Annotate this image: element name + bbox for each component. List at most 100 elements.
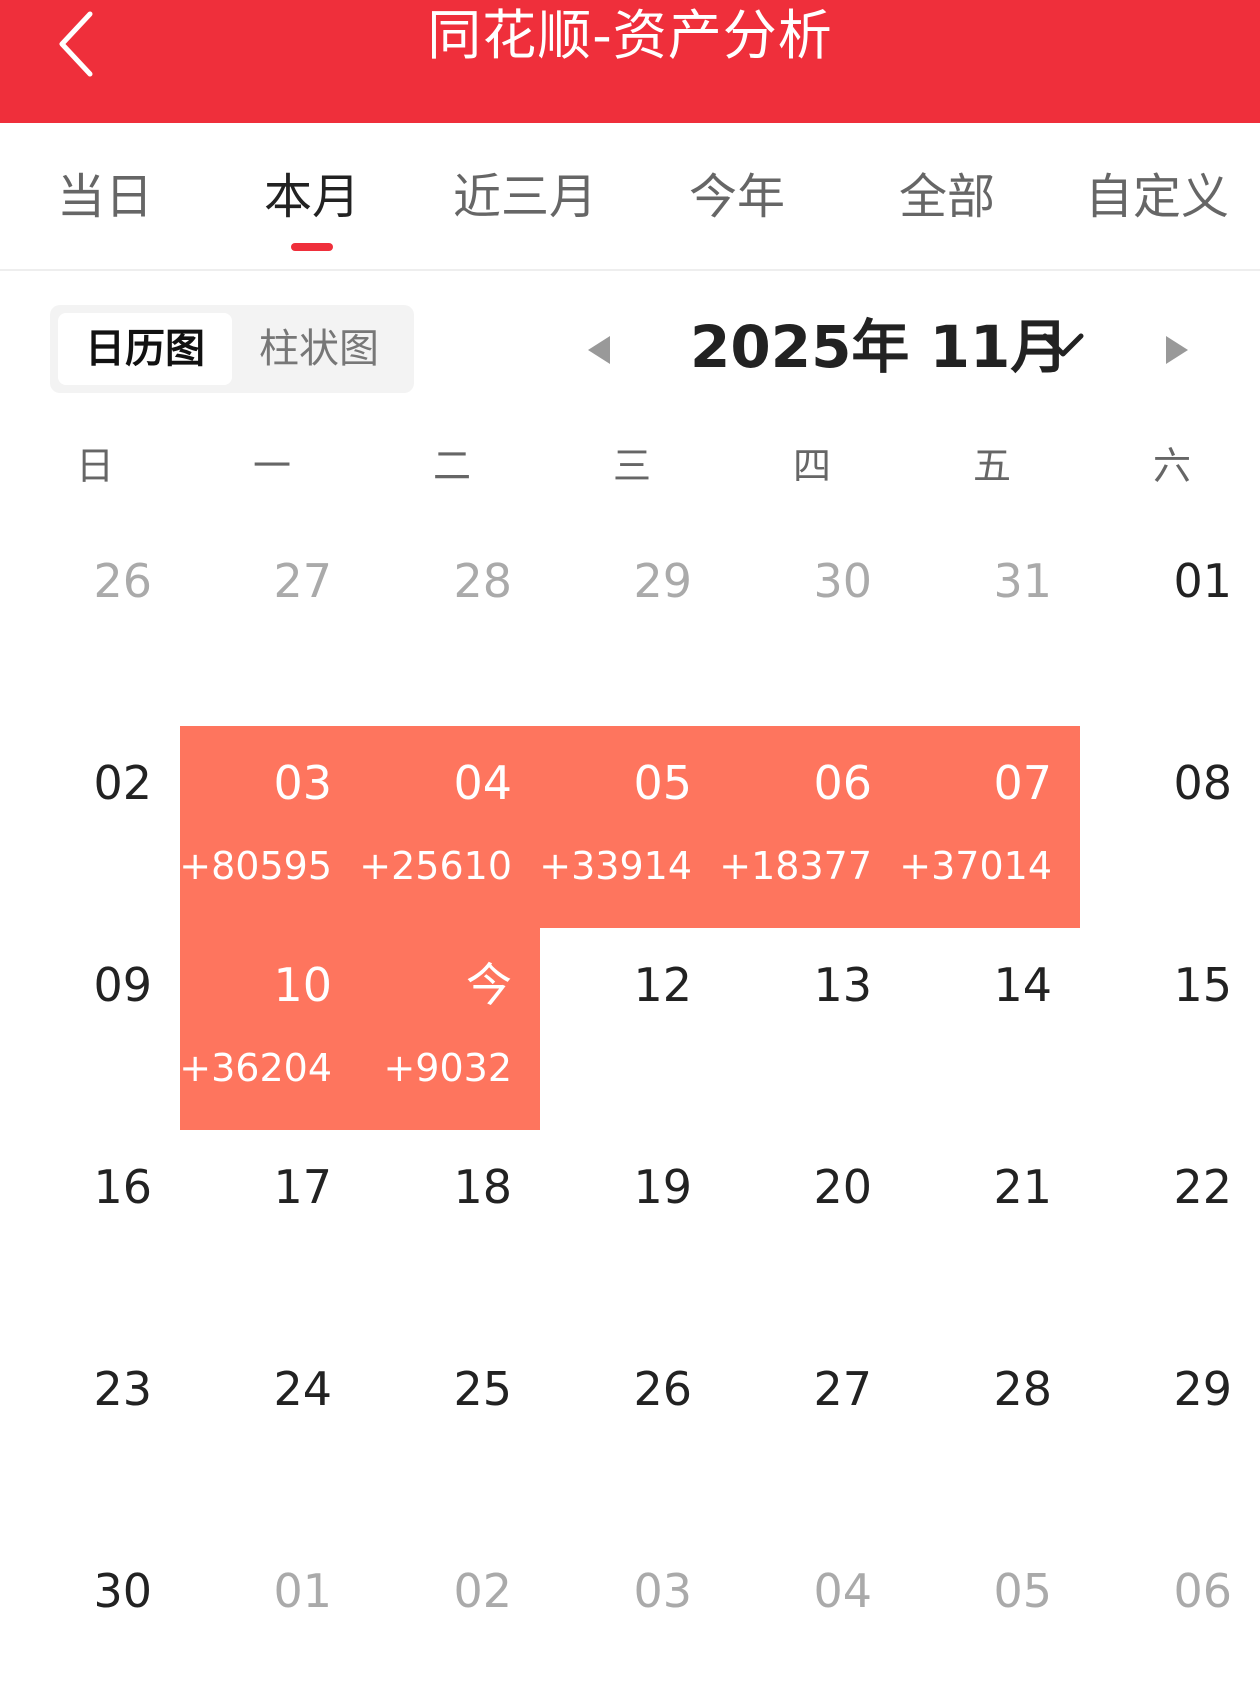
calendar-day[interactable]: 21	[900, 1130, 1080, 1332]
calendar-day[interactable]: 28	[360, 524, 540, 726]
weekday-label: 日	[76, 444, 115, 488]
day-number: 26	[93, 554, 152, 608]
day-number: 12	[633, 958, 692, 1012]
day-number: 05	[993, 1564, 1052, 1618]
tab-label: 今年	[688, 169, 785, 225]
month-selector[interactable]: 2025年 11月	[690, 312, 1068, 382]
day-profit-value: +36204	[179, 1046, 332, 1090]
calendar-view-button[interactable]: 日历图	[58, 313, 232, 385]
calendar-day[interactable]: 30	[0, 1534, 180, 1684]
calendar-day-profit[interactable]: 今 +9032	[360, 928, 540, 1130]
day-number: 07	[993, 756, 1052, 810]
day-number: 01	[273, 1564, 332, 1618]
day-number: 08	[1173, 756, 1232, 810]
calendar-day[interactable]: 30	[720, 524, 900, 726]
calendar-day[interactable]: 27	[180, 524, 360, 726]
day-profit-value: +9032	[383, 1046, 512, 1090]
calendar-day-profit[interactable]: 06 +18377	[719, 726, 900, 928]
calendar-day[interactable]: 18	[360, 1130, 540, 1332]
day-number: 19	[633, 1160, 692, 1214]
calendar-day-profit[interactable]: 03 +80595	[179, 726, 360, 928]
calendar-day[interactable]: 28	[900, 1332, 1080, 1534]
day-number: 17	[273, 1160, 332, 1214]
calendar-day[interactable]: 14	[900, 928, 1080, 1130]
next-month-button[interactable]	[1162, 330, 1192, 370]
day-number: 27	[273, 554, 332, 608]
calendar-day[interactable]: 25	[360, 1332, 540, 1534]
calendar-day[interactable]: 27	[720, 1332, 900, 1534]
calendar-day[interactable]: 22	[1080, 1130, 1260, 1332]
calendar-day[interactable]: 19	[540, 1130, 720, 1332]
tab-this-year[interactable]: 今年	[682, 163, 792, 243]
calendar-day[interactable]: 13	[720, 928, 900, 1130]
tab-last-three-months[interactable]: 近三月	[450, 163, 600, 243]
day-number: 20	[813, 1160, 872, 1214]
app-header: 同花顺-资产分析	[0, 0, 1260, 123]
day-number: 30	[813, 554, 872, 608]
calendar-day-profit[interactable]: 10 +36204	[179, 928, 360, 1130]
calendar-day[interactable]: 20	[720, 1130, 900, 1332]
day-profit-value: +25610	[359, 844, 512, 888]
tab-label: 自定义	[1084, 169, 1229, 225]
day-number: 23	[93, 1362, 152, 1416]
month-dropdown-button[interactable]	[1040, 326, 1086, 366]
calendar-day[interactable]: 01	[180, 1534, 360, 1684]
triangle-right-icon	[1166, 336, 1188, 364]
day-number: 28	[993, 1362, 1052, 1416]
calendar-day-profit[interactable]: 05 +33914	[539, 726, 720, 928]
calendar-day[interactable]: 29	[1080, 1332, 1260, 1534]
calendar-day[interactable]: 08	[1080, 726, 1260, 928]
prev-month-button[interactable]	[584, 330, 614, 370]
day-number: 29	[1173, 1362, 1232, 1416]
tab-today[interactable]: 当日	[50, 163, 160, 243]
day-number: 25	[453, 1362, 512, 1416]
day-number: 24	[273, 1362, 332, 1416]
calendar-day[interactable]: 23	[0, 1332, 180, 1534]
period-tabs: 当日 本月 近三月 今年 全部 自定义	[0, 123, 1260, 271]
day-number: 27	[813, 1362, 872, 1416]
day-number: 30	[93, 1564, 152, 1618]
calendar-day[interactable]: 26	[0, 524, 180, 726]
day-number: 10	[273, 958, 332, 1012]
calendar-day[interactable]: 05	[900, 1534, 1080, 1684]
tab-this-month[interactable]: 本月	[262, 163, 362, 251]
bar-chart-view-button[interactable]: 柱状图	[232, 313, 406, 385]
calendar-day-profit[interactable]: 07 +37014	[899, 726, 1080, 928]
calendar-day[interactable]: 24	[180, 1332, 360, 1534]
day-number: 今	[466, 958, 512, 1012]
calendar-day[interactable]: 15	[1080, 928, 1260, 1130]
tab-all[interactable]: 全部	[892, 163, 1002, 243]
calendar-day[interactable]: 16	[0, 1130, 180, 1332]
calendar-day[interactable]: 04	[720, 1534, 900, 1684]
calendar-day[interactable]: 17	[180, 1130, 360, 1332]
weekday-label: 六	[1153, 444, 1192, 488]
calendar-day[interactable]: 29	[540, 524, 720, 726]
calendar-day[interactable]: 02	[0, 726, 180, 928]
day-number: 04	[453, 756, 512, 810]
calendar-day[interactable]: 06	[1080, 1534, 1260, 1684]
day-number: 04	[813, 1564, 872, 1618]
triangle-left-icon	[588, 336, 610, 364]
tab-custom[interactable]: 自定义	[1082, 163, 1232, 243]
weekday-label: 一	[253, 444, 292, 488]
tab-label: 全部	[898, 169, 995, 225]
day-number: 29	[633, 554, 692, 608]
view-toggle: 日历图 柱状图	[50, 305, 414, 393]
day-number: 26	[633, 1362, 692, 1416]
calendar-day[interactable]: 01	[1080, 524, 1260, 726]
weekday-label: 五	[973, 444, 1012, 488]
calendar-day[interactable]: 03	[540, 1534, 720, 1684]
calendar-day[interactable]: 12	[540, 928, 720, 1130]
day-number: 01	[1173, 554, 1232, 608]
day-profit-value: +18377	[719, 844, 872, 888]
calendar-day[interactable]: 31	[900, 524, 1080, 726]
calendar-day[interactable]: 02	[360, 1534, 540, 1684]
calendar-day[interactable]: 09	[0, 928, 180, 1130]
calendar-day[interactable]: 26	[540, 1332, 720, 1534]
day-profit-value: +33914	[539, 844, 692, 888]
day-number: 06	[813, 756, 872, 810]
day-number: 22	[1173, 1160, 1232, 1214]
day-number: 31	[993, 554, 1052, 608]
calendar-day-profit[interactable]: 04 +25610	[359, 726, 540, 928]
active-tab-indicator	[291, 243, 333, 251]
